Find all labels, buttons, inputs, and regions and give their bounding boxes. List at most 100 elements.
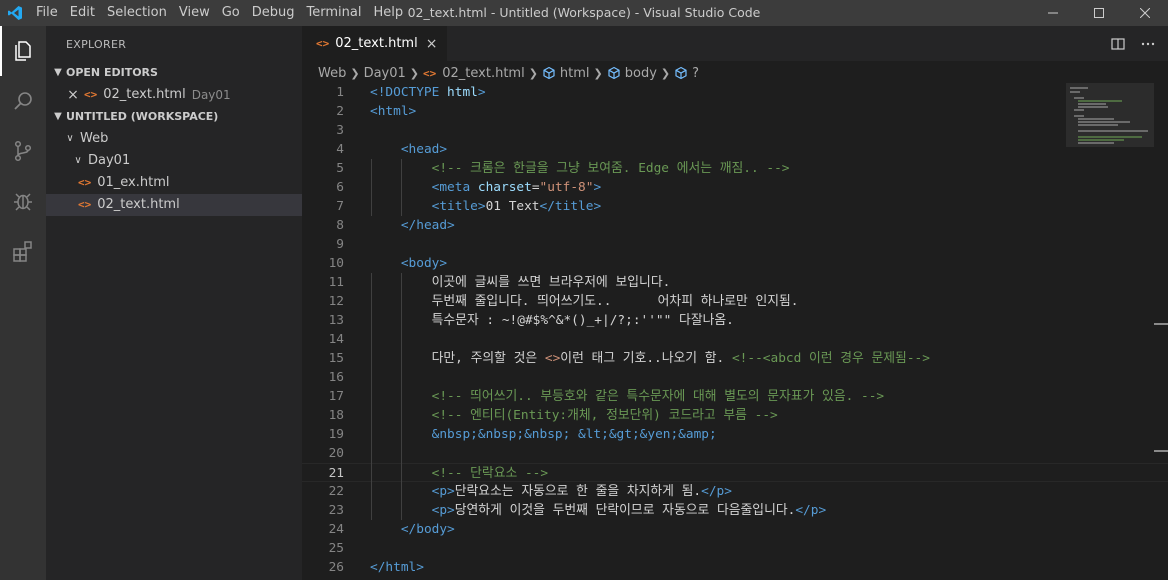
close-icon[interactable]: × [64, 84, 82, 106]
menu-terminal[interactable]: Terminal [301, 0, 368, 26]
minimap[interactable] [1066, 83, 1154, 147]
maximize-button[interactable] [1076, 0, 1122, 26]
tab-02-text[interactable]: <> 02_text.html × [302, 26, 448, 61]
code-text: <!-- 띄어쓰기.. 부등호와 같은 특수문자에 대해 별도의 문자표가 있음… [344, 387, 885, 406]
line-number: 20 [328, 446, 344, 461]
code-line: 9 [302, 235, 1168, 254]
indent-guide [370, 159, 372, 216]
close-icon [1140, 8, 1150, 18]
minimap-line [1078, 100, 1122, 102]
activity-extensions[interactable] [0, 226, 46, 276]
breadcrumb-html[interactable]: html [542, 66, 590, 81]
code-token: <title> [431, 199, 486, 214]
open-editors-label: OPEN EDITORS [66, 66, 158, 79]
breadcrumb-day01[interactable]: Day01 [364, 66, 406, 81]
code-token: charset [477, 180, 532, 195]
code-token: 다만, 주의할 것은 [370, 351, 545, 366]
open-editor-folder: Day01 [191, 88, 231, 102]
vertical-scrollbar[interactable] [1154, 83, 1168, 580]
line-number: 25 [328, 541, 344, 556]
html-file-icon: <> [84, 88, 98, 101]
menu-help[interactable]: Help [367, 0, 409, 26]
code-token: </p> [795, 503, 827, 518]
menu-debug[interactable]: Debug [246, 0, 301, 26]
code-line: 23 <p>당연하게 이것을 두번째 단락이므로 자동으로 다음줄입니다.</p… [302, 501, 1168, 520]
line-number: 5 [336, 161, 344, 176]
code-line: 25 [302, 539, 1168, 558]
code-text: &nbsp;&nbsp;&nbsp; &lt;&gt;&yen;&amp; [344, 425, 717, 444]
more-actions-icon[interactable] [1140, 36, 1156, 52]
breadcrumb-symbol[interactable]: ? [674, 66, 699, 81]
scrollbar-position-marker [1154, 323, 1168, 325]
minimap-line [1074, 115, 1084, 117]
tree-file-01-ex[interactable]: <> 01_ex.html [46, 172, 302, 194]
code-text: <head> [344, 140, 447, 159]
code-text: </body> [344, 520, 455, 539]
code-text: <!-- 단락요소 --> [344, 464, 548, 481]
line-number: 1 [336, 85, 344, 100]
tree-folder-day01[interactable]: ∨ Day01 [46, 150, 302, 172]
open-editor-item[interactable]: × <> 02_text.html Day01 [46, 84, 302, 106]
symbol-element-icon [674, 66, 688, 80]
explorer-sidebar: EXPLORER ▼ OPEN EDITORS × <> 02_text.htm… [46, 26, 302, 580]
tree-file-label: 02_text.html [97, 197, 180, 212]
close-icon[interactable]: × [426, 36, 438, 52]
code-line: 14 [302, 330, 1168, 349]
menu-selection[interactable]: Selection [101, 0, 173, 26]
breadcrumb-file[interactable]: <> 02_text.html [423, 66, 525, 81]
code-line: 12 두번째 줄입니다. 띄어쓰기도.. 어차피 하나로만 인지됨. [302, 292, 1168, 311]
menu-bar: File Edit Selection View Go Debug Termin… [30, 0, 409, 26]
code-line: 16 [302, 368, 1168, 387]
minimap-line [1078, 130, 1148, 132]
breadcrumb-body[interactable]: body [607, 66, 657, 81]
activity-debug[interactable] [0, 176, 46, 226]
code-line: 26 </html> [302, 558, 1168, 577]
split-editor-icon[interactable] [1110, 36, 1126, 52]
line-number: 26 [328, 560, 344, 575]
minimize-button[interactable] [1030, 0, 1076, 26]
symbol-element-icon [542, 66, 556, 80]
minimap-line [1078, 139, 1124, 141]
open-editor-filename: 02_text.html [103, 87, 186, 102]
minimize-icon [1048, 12, 1058, 14]
tab-bar: <> 02_text.html × [302, 26, 1168, 61]
code-text: <!DOCTYPE html> [344, 83, 486, 102]
menu-file[interactable]: File [30, 0, 64, 26]
menu-view[interactable]: View [173, 0, 216, 26]
workspace-header[interactable]: ▼ UNTITLED (WORKSPACE) [46, 106, 302, 128]
activity-explorer[interactable] [0, 26, 46, 76]
debug-icon [14, 193, 32, 211]
code-token: <!-- 단락요소 --> [431, 466, 549, 481]
tree-file-02-text[interactable]: <> 02_text.html [46, 194, 302, 216]
code-token: <meta [431, 180, 478, 195]
code-line: 21 <!-- 단락요소 --> [302, 463, 1168, 482]
menu-edit[interactable]: Edit [64, 0, 101, 26]
close-window-button[interactable] [1122, 0, 1168, 26]
breadcrumb-web[interactable]: Web [318, 66, 346, 81]
title-bar: File Edit Selection View Go Debug Termin… [0, 0, 1168, 26]
window-controls [1030, 0, 1168, 26]
code-line: 10 <body> [302, 254, 1168, 273]
activity-search[interactable] [0, 76, 46, 126]
line-number: 14 [328, 332, 344, 347]
open-editors-header[interactable]: ▼ OPEN EDITORS [46, 62, 302, 84]
tree-folder-web[interactable]: ∨ Web [46, 128, 302, 150]
activity-source-control[interactable] [0, 126, 46, 176]
code-line: 17 <!-- 띄어쓰기.. 부등호와 같은 특수문자에 대해 별도의 문자표가… [302, 387, 1168, 406]
breadcrumb: Web ❯ Day01 ❯ <> 02_text.html ❯ html ❯ bo… [302, 61, 1168, 85]
code-token: </title> [539, 199, 602, 214]
menu-go[interactable]: Go [216, 0, 246, 26]
code-line: 20 [302, 444, 1168, 463]
line-number: 17 [328, 389, 344, 404]
html-file-icon: <> [78, 198, 92, 211]
chevron-right-icon: ❯ [409, 66, 419, 80]
activity-bar [0, 26, 46, 580]
code-editor[interactable]: 1 <!DOCTYPE html> 2 <html> 3 4 <head> 5 <!-- 크… [302, 83, 1168, 580]
code-token: </body> [400, 522, 455, 537]
